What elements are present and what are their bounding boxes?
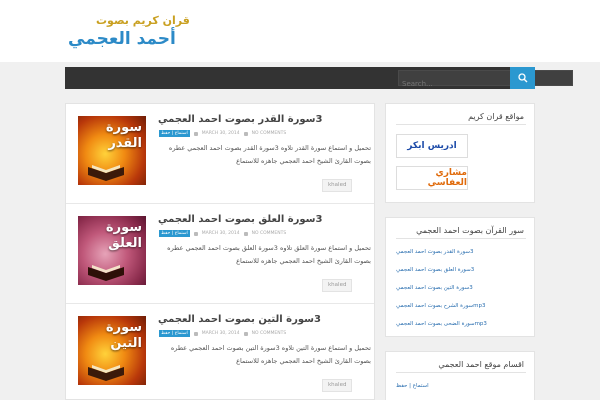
sidebar-link[interactable]: mp3سورة الضحى بصوت احمد العجمي: [396, 321, 487, 327]
search-icon: [517, 73, 527, 83]
widget-divider: [396, 372, 526, 373]
comment-count[interactable]: NO COMMENTS: [252, 131, 287, 136]
search-button[interactable]: [510, 67, 535, 89]
post-item: سورة العلق 3سورة العلق بصوت احمد العجمي …: [66, 204, 374, 304]
comment-icon: [243, 231, 248, 236]
category-badge[interactable]: استماع | حفظ: [159, 230, 190, 237]
author-badge[interactable]: khaled: [322, 279, 353, 292]
comment-count[interactable]: NO COMMENTS: [252, 231, 287, 236]
post-meta: استماع | حفظ MARCH 30, 2014 NO COMMENTS: [159, 229, 286, 238]
post-item: سورة التين 3سورة التين بصوت احمد العجمي …: [66, 304, 374, 399]
author-badge[interactable]: khaled: [322, 179, 353, 192]
author-badge[interactable]: khaled: [322, 379, 353, 392]
banner-idris-abkar[interactable]: ادريس ابكر: [396, 134, 468, 158]
thumbnail-title: سورة العلق: [105, 220, 142, 251]
banner-mishary-alafasy[interactable]: مشاري العفاسي: [396, 166, 468, 190]
post-excerpt: تحميل و استماع سورة العلق تلاوه 3سورة ال…: [167, 244, 371, 265]
post-thumbnail[interactable]: سورة التين: [78, 316, 146, 385]
post-date: MARCH 30, 2014: [201, 231, 240, 236]
widget-quran-sites: مواقع قران كريم ادريس ابكر مشاري العفاسي: [385, 103, 535, 203]
widget-surahs: سور القرآن بصوت احمد العجمي 3سورة القدر …: [385, 217, 535, 337]
thumbnail-title: سورة التين: [105, 320, 142, 351]
thumbnail-title: سورة القدر: [105, 120, 142, 151]
category-badge[interactable]: استماع | حفظ: [159, 330, 190, 337]
site-header: قران كريم بصوت أحمد العجمي: [0, 0, 600, 62]
post-thumbnail[interactable]: سورة القدر: [78, 116, 146, 185]
widget-title: سور القرآن بصوت احمد العجمي: [416, 226, 524, 235]
calendar-icon: [193, 331, 198, 336]
widget-title: مواقع قران كريم: [468, 112, 524, 121]
sidebar-link[interactable]: 3سورة التين بصوت احمد العجمي: [396, 285, 473, 291]
post-meta: استماع | حفظ MARCH 30, 2014 NO COMMENTS: [159, 129, 286, 138]
post-title[interactable]: 3سورة العلق بصوت احمد العجمي: [158, 214, 368, 225]
sidebar-link[interactable]: 3سورة العلق بصوت احمد العجمي: [396, 267, 474, 273]
post-item: سورة القدر 3سورة القدر بصوت احمد العجمي …: [66, 104, 374, 204]
post-excerpt: تحميل و استماع سورة القدر تلاوه 3سورة ال…: [168, 144, 371, 165]
search-input[interactable]: [399, 77, 572, 91]
comment-icon: [243, 131, 248, 136]
post-date: MARCH 30, 2014: [201, 331, 240, 336]
post-excerpt: تحميل و استماع سورة التين تلاوه 3سورة ال…: [170, 344, 371, 365]
post-thumbnail[interactable]: سورة العلق: [78, 216, 146, 285]
category-badge[interactable]: استماع | حفظ: [159, 130, 190, 137]
widget-title: اقسام موقع احمد العجمي: [438, 360, 524, 369]
book-icon: [88, 365, 124, 381]
category-link[interactable]: استماع | حفظ: [396, 383, 429, 389]
logo-tagline: قران كريم بصوت: [96, 14, 190, 27]
book-icon: [88, 165, 124, 181]
comment-icon: [243, 331, 248, 336]
calendar-icon: [193, 131, 198, 136]
comment-count[interactable]: NO COMMENTS: [252, 331, 287, 336]
post-title[interactable]: 3سورة التين بصوت احمد العجمي: [158, 314, 368, 325]
post-title[interactable]: 3سورة القدر بصوت احمد العجمي: [158, 114, 368, 125]
calendar-icon: [193, 231, 198, 236]
search-box: [398, 70, 573, 91]
post-list: سورة القدر 3سورة القدر بصوت احمد العجمي …: [65, 103, 375, 400]
nav-bar: [65, 67, 573, 91]
sidebar-link[interactable]: 3سورة القدر بصوت احمد العجمي: [396, 249, 474, 255]
post-meta: استماع | حفظ MARCH 30, 2014 NO COMMENTS: [159, 329, 286, 338]
book-icon: [88, 265, 124, 281]
widget-divider: [396, 238, 526, 239]
site-logo[interactable]: قران كريم بصوت أحمد العجمي: [68, 12, 190, 52]
widget-categories: اقسام موقع احمد العجمي استماع | حفظ: [385, 351, 535, 400]
post-date: MARCH 30, 2014: [201, 131, 240, 136]
sidebar-link[interactable]: mp3سورة الشرح بصوت احمد العجمي: [396, 303, 486, 309]
logo-title: أحمد العجمي: [68, 29, 176, 49]
widget-divider: [396, 124, 526, 125]
